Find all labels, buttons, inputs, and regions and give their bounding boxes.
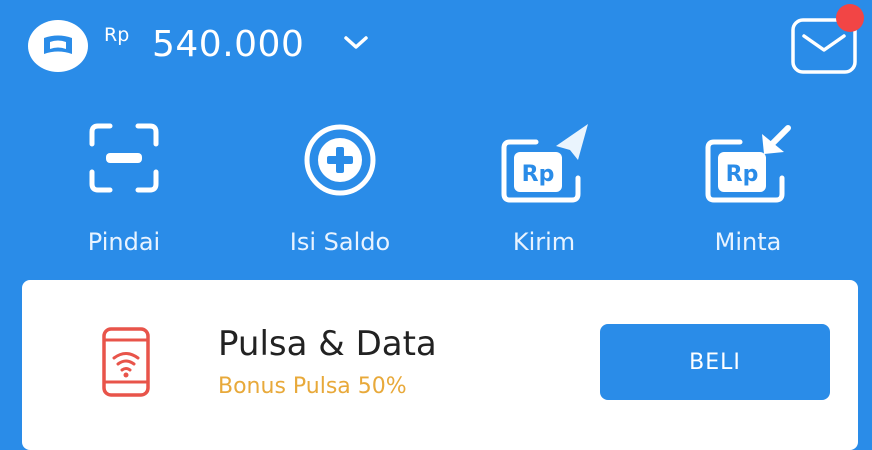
phone-signal-icon xyxy=(102,327,150,397)
chevron-down-icon[interactable] xyxy=(342,34,370,52)
action-label: Minta xyxy=(714,228,782,256)
card-title: Pulsa & Data xyxy=(218,324,437,364)
action-pindai[interactable]: Pindai xyxy=(34,108,214,268)
quick-actions: Pindai Isi Saldo Rp Kirim Rp Minta xyxy=(0,108,872,268)
action-kirim[interactable]: Rp Kirim xyxy=(454,108,634,268)
action-label: Kirim xyxy=(512,228,576,256)
wallet-icon[interactable] xyxy=(28,20,88,72)
send-money-icon: Rp xyxy=(501,124,588,203)
action-minta[interactable]: Rp Minta xyxy=(658,108,838,268)
notification-badge xyxy=(836,4,864,32)
action-label: Pindai xyxy=(87,228,161,256)
plus-circle-icon xyxy=(304,124,376,196)
scan-icon xyxy=(89,123,159,193)
card-promo-text: Bonus Pulsa 50% xyxy=(218,374,407,399)
action-isi-saldo[interactable]: Isi Saldo xyxy=(250,108,430,268)
request-money-icon: Rp xyxy=(705,125,791,203)
currency-label: Rp xyxy=(104,24,130,46)
buy-button[interactable]: BELI xyxy=(600,324,830,400)
pulsa-data-card[interactable]: Pulsa & Data Bonus Pulsa 50% BELI xyxy=(22,280,858,450)
svg-text:Rp: Rp xyxy=(726,162,759,187)
action-label: Isi Saldo xyxy=(289,228,391,256)
svg-text:Rp: Rp xyxy=(522,162,555,187)
top-bar: Rp 540.000 xyxy=(0,0,872,100)
balance-amount[interactable]: 540.000 xyxy=(152,24,304,65)
